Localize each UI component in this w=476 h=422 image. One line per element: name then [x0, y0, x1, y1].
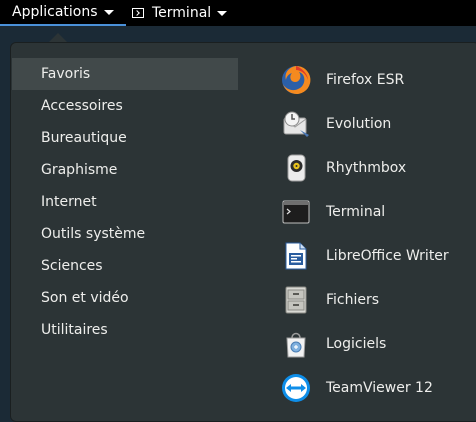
firefox-icon: [280, 64, 312, 96]
category-sciences[interactable]: Sciences: [12, 250, 238, 282]
terminal-icon: [280, 196, 312, 228]
teamviewer-icon: [280, 372, 312, 404]
category-list: Favoris Accessoires Bureautique Graphism…: [12, 58, 238, 346]
app-libreoffice-writer[interactable]: LibreOffice Writer: [280, 234, 470, 278]
applications-label: Applications: [12, 4, 98, 20]
evolution-icon: [280, 108, 312, 140]
terminal-icon: [132, 8, 144, 18]
app-terminal[interactable]: Terminal: [280, 190, 470, 234]
top-bar: Applications Terminal: [0, 0, 476, 26]
applications-menu-button[interactable]: Applications: [0, 0, 126, 26]
category-graphisme[interactable]: Graphisme: [12, 154, 238, 186]
software-icon: [280, 328, 312, 360]
category-internet[interactable]: Internet: [12, 186, 238, 218]
terminal-label: Terminal: [152, 5, 212, 21]
app-list: Firefox ESR Evolution Rhythmbox Terminal…: [280, 58, 470, 410]
app-evolution[interactable]: Evolution: [280, 102, 470, 146]
app-logiciels[interactable]: Logiciels: [280, 322, 470, 366]
libreoffice-writer-icon: [280, 240, 312, 272]
app-teamviewer[interactable]: TeamViewer 12: [280, 366, 470, 410]
rhythmbox-icon: [280, 152, 312, 184]
category-utilitaires[interactable]: Utilitaires: [12, 314, 238, 346]
terminal-app-menu-button[interactable]: Terminal: [132, 0, 228, 26]
chevron-down-icon: [217, 10, 228, 16]
files-icon: [280, 284, 312, 316]
category-bureautique[interactable]: Bureautique: [12, 122, 238, 154]
app-rhythmbox[interactable]: Rhythmbox: [280, 146, 470, 190]
category-favoris[interactable]: Favoris: [12, 58, 238, 90]
category-accessoires[interactable]: Accessoires: [12, 90, 238, 122]
app-firefox-esr[interactable]: Firefox ESR: [280, 58, 470, 102]
category-son-et-video[interactable]: Son et vidéo: [12, 282, 238, 314]
app-fichiers[interactable]: Fichiers: [280, 278, 470, 322]
category-outils-systeme[interactable]: Outils système: [12, 218, 238, 250]
chevron-down-icon: [103, 9, 114, 15]
